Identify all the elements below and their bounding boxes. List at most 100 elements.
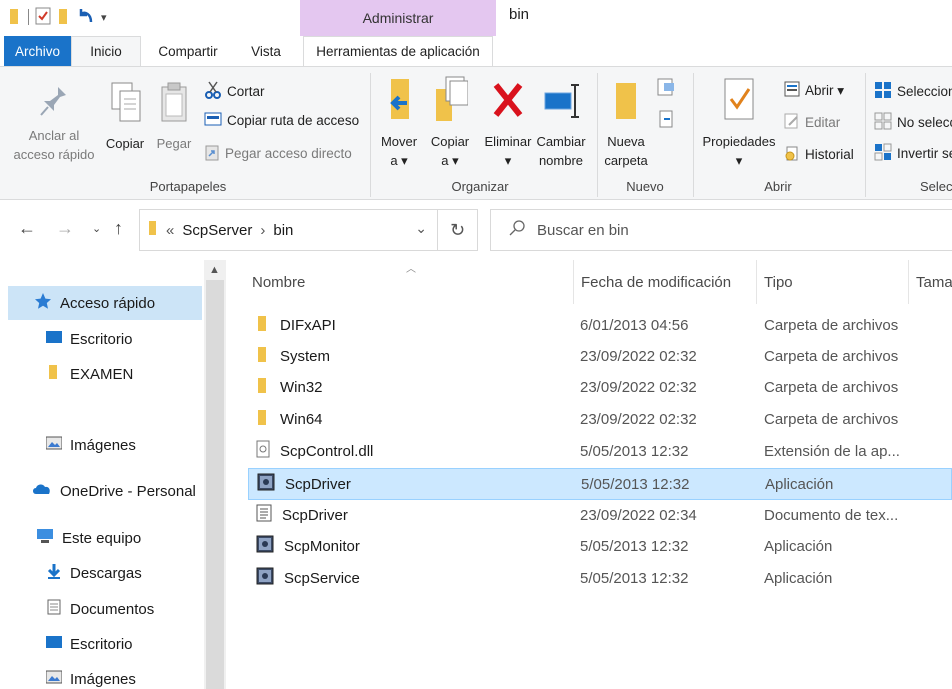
breadcrumb-bin[interactable]: bin: [273, 222, 293, 239]
file-type: Carpeta de archivos: [764, 316, 899, 334]
file-row[interactable]: ScpDriver 23/09/2022 02:34 Documento de …: [248, 500, 952, 532]
breadcrumb-separator-icon[interactable]: ›: [260, 222, 265, 239]
paste-label: Pegar: [156, 136, 192, 151]
file-type: Aplicación: [765, 475, 834, 493]
file-date: 23/09/2022 02:32: [580, 410, 697, 428]
nav-item-onedrive[interactable]: OneDrive - Personal: [8, 474, 202, 508]
tab-archivo[interactable]: Archivo: [4, 36, 71, 66]
column-header-type[interactable]: Tipo: [764, 260, 793, 304]
open-icon: [784, 81, 800, 100]
tab-inicio[interactable]: Inicio: [71, 36, 141, 66]
forward-arrow-icon[interactable]: →: [56, 218, 74, 239]
column-divider[interactable]: [908, 260, 909, 304]
up-arrow-icon[interactable]: ↑: [114, 218, 123, 239]
paste-shortcut-button[interactable]: Pegar acceso directo: [204, 143, 352, 164]
nav-label: Escritorio: [70, 635, 133, 653]
history-icon: [784, 145, 800, 164]
column-header-name[interactable]: Nombre: [252, 260, 305, 304]
column-header-size[interactable]: Tama: [916, 260, 952, 304]
clipboard-icon: [158, 81, 190, 134]
back-arrow-icon[interactable]: ←: [18, 218, 36, 239]
invert-selection-button[interactable]: Invertir se: [874, 143, 952, 164]
scroll-up-icon[interactable]: ▲: [209, 264, 220, 276]
file-date: 5/05/2013 12:32: [580, 569, 689, 587]
text-file-icon: [256, 504, 272, 526]
file-row[interactable]: ScpMonitor 5/05/2013 12:32 Aplicación: [248, 531, 952, 563]
ribbon: Anclar al acceso rápido Copiar Pegar Cor…: [0, 66, 952, 200]
column-divider[interactable]: [573, 260, 574, 304]
tab-vista[interactable]: Vista: [242, 36, 290, 66]
nav-item-imagenes[interactable]: Imágenes: [8, 428, 202, 462]
file-row-selected[interactable]: ScpDriver 5/05/2013 12:32 Aplicación: [248, 468, 952, 500]
pin-quick-access-button[interactable]: Anclar al acceso rápido: [6, 81, 102, 164]
file-row[interactable]: Win64 23/09/2022 02:32 Carpeta de archiv…: [248, 404, 952, 436]
refresh-icon[interactable]: ↻: [437, 210, 477, 250]
open-button[interactable]: Abrir ▾: [784, 81, 844, 100]
easy-access-button[interactable]: [656, 109, 682, 132]
breadcrumb-overflow[interactable]: «: [166, 222, 174, 239]
chevron-down-icon[interactable]: ⌄: [415, 220, 427, 237]
nav-item-examen[interactable]: EXAMEN: [8, 357, 202, 391]
move-to-button[interactable]: Mover a ▾: [374, 75, 424, 170]
cut-label: Cortar: [227, 84, 265, 99]
search-box[interactable]: Buscar en bin: [490, 209, 952, 251]
select-none-button[interactable]: No selecc: [874, 112, 952, 133]
nav-item-acceso-rapido[interactable]: Acceso rápido: [8, 286, 202, 320]
rename-button[interactable]: Cambiar nombre: [534, 75, 588, 170]
paste-button[interactable]: Pegar: [152, 81, 196, 153]
delete-button[interactable]: Eliminar ▾: [480, 75, 536, 170]
group-label-seleccionar: Selec: [920, 179, 952, 194]
recent-locations-icon[interactable]: ⌄: [92, 222, 101, 235]
new-folder-icon[interactable]: [57, 7, 71, 28]
file-type: Carpeta de archivos: [764, 347, 899, 365]
undo-icon[interactable]: [77, 6, 95, 29]
nav-item-escritorio[interactable]: Escritorio: [8, 322, 202, 356]
folder-icon: [256, 345, 270, 367]
column-divider[interactable]: [756, 260, 757, 304]
tab-compartir[interactable]: Compartir: [150, 36, 226, 66]
nav-item-escritorio-2[interactable]: Escritorio: [8, 627, 202, 661]
download-icon: [46, 563, 62, 583]
search-placeholder: Buscar en bin: [537, 221, 629, 239]
file-date: 5/05/2013 12:32: [581, 475, 690, 493]
properties-button[interactable]: Propiedades ▾: [697, 75, 781, 170]
file-row[interactable]: System 23/09/2022 02:32 Carpeta de archi…: [248, 341, 952, 373]
address-bar[interactable]: « ScpServer › bin ⌄ ↻: [139, 209, 478, 251]
file-row[interactable]: ScpControl.dll 5/05/2013 12:32 Extensión…: [248, 436, 952, 468]
file-name: ScpControl.dll: [280, 442, 374, 460]
history-button[interactable]: Historial: [784, 145, 854, 164]
copy-path-button[interactable]: Copiar ruta de acceso: [204, 112, 359, 129]
app-icon: [256, 535, 274, 557]
pictures-icon: [45, 436, 63, 454]
nav-item-imagenes-2[interactable]: Imágenes: [8, 662, 202, 689]
customize-toolbar-icon[interactable]: ▾: [101, 11, 107, 24]
edit-button[interactable]: Editar: [784, 113, 840, 132]
nav-label: Imágenes: [70, 436, 136, 454]
file-row[interactable]: ScpService 5/05/2013 12:32 Aplicación: [248, 563, 952, 595]
copy-to-button[interactable]: Copiar a ▾: [426, 75, 474, 170]
file-type: Extensión de la ap...: [764, 442, 900, 460]
nav-scrollbar[interactable]: ▲: [204, 260, 226, 689]
cloud-icon: [32, 482, 52, 500]
tab-herramientas-aplicacion[interactable]: Herramientas de aplicación: [303, 36, 493, 66]
breadcrumb-scpserver[interactable]: ScpServer: [182, 222, 252, 239]
column-header-date[interactable]: Fecha de modificación: [581, 260, 731, 304]
copy-button[interactable]: Copiar: [102, 81, 148, 153]
nav-item-documentos[interactable]: Documentos: [8, 592, 202, 626]
nav-item-este-equipo[interactable]: Este equipo: [8, 521, 202, 555]
navigation-pane: Acceso rápido Escritorio EXAMEN Imágenes…: [0, 260, 226, 689]
scrollbar-thumb[interactable]: [206, 280, 224, 689]
cut-button[interactable]: Cortar: [204, 81, 265, 102]
select-all-button[interactable]: Seleccion: [874, 81, 952, 102]
nav-item-descargas[interactable]: Descargas: [8, 556, 202, 590]
nav-label: Escritorio: [70, 330, 133, 348]
copy-to-label: Copiar a ▾: [430, 134, 470, 168]
properties-check-icon[interactable]: [35, 7, 51, 28]
file-row[interactable]: DIFxAPI 6/01/2013 04:56 Carpeta de archi…: [248, 310, 952, 342]
file-name: ScpDriver: [282, 506, 348, 524]
divider: [865, 73, 866, 197]
history-label: Historial: [805, 147, 854, 162]
new-folder-button[interactable]: Nueva carpeta: [601, 75, 651, 170]
new-item-button[interactable]: [656, 77, 682, 100]
file-row[interactable]: Win32 23/09/2022 02:32 Carpeta de archiv…: [248, 372, 952, 404]
